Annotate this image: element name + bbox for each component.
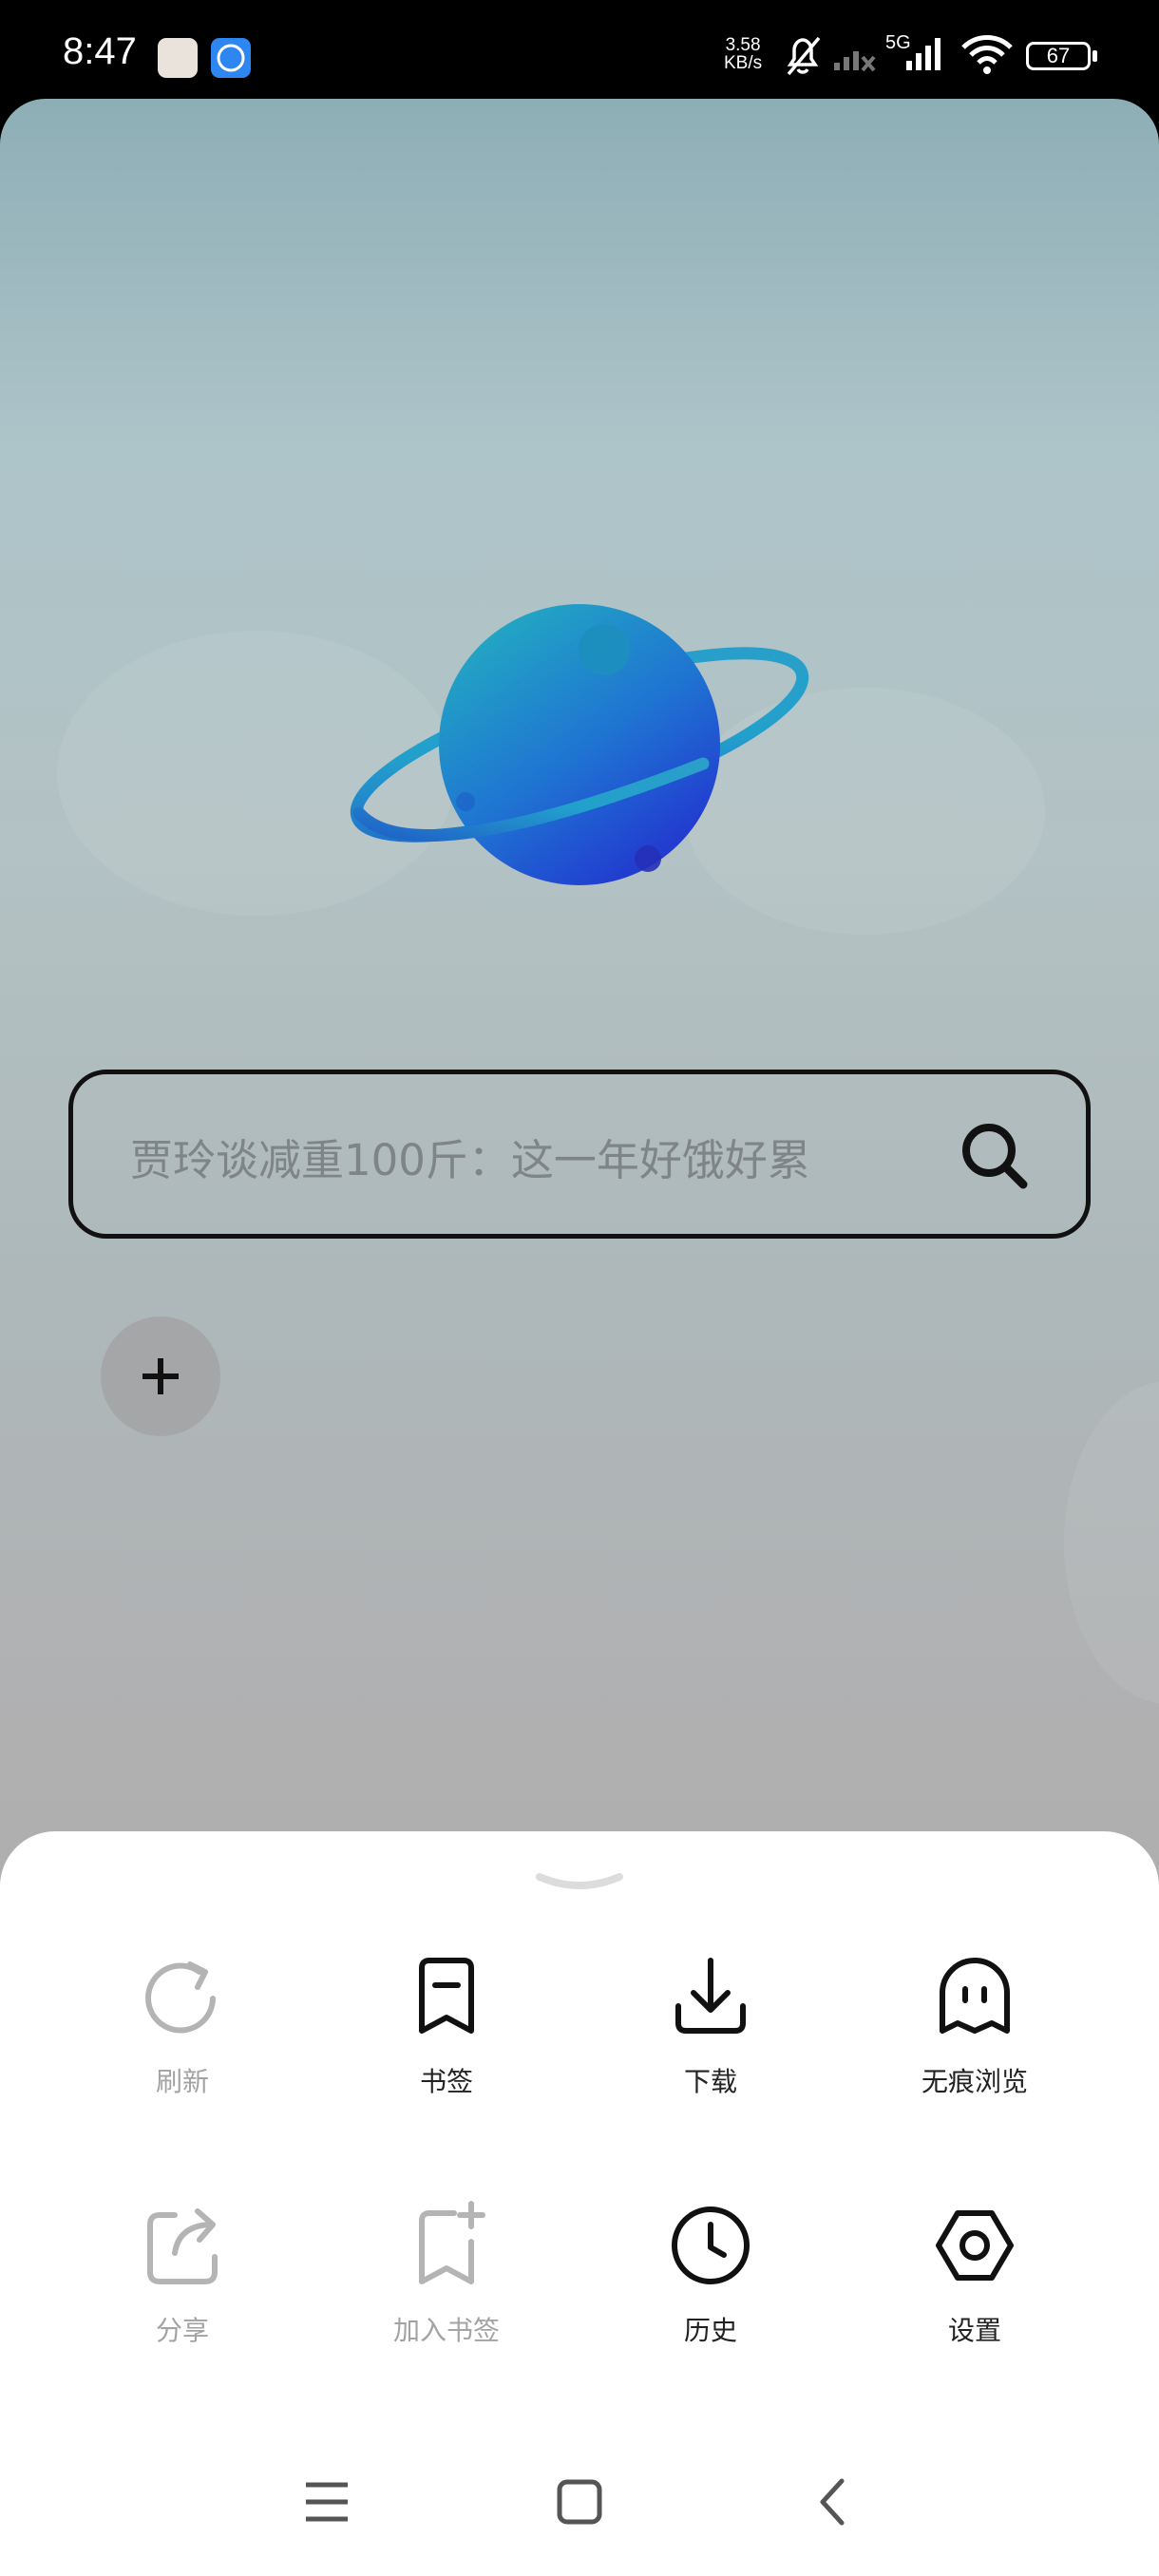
ghost-icon — [940, 1958, 1010, 2034]
network-speed: 3.58 KB/s — [724, 36, 762, 72]
menu-item-label: 无痕浏览 — [921, 2066, 1028, 2097]
menu-item-label: 书签 — [419, 2066, 473, 2097]
mute-icon — [787, 36, 821, 76]
back-icon[interactable] — [809, 2477, 859, 2527]
plus-icon — [142, 1358, 179, 1394]
refresh-icon — [145, 1961, 216, 2034]
clock-icon — [672, 2207, 750, 2284]
menu-item-settings[interactable]: 设置 — [870, 2200, 1079, 2348]
bookmark-icon — [419, 1958, 474, 2034]
menu-item-bookmarks[interactable]: 书签 — [342, 1951, 551, 2099]
battery-cap — [1092, 50, 1097, 62]
status-time: 8:47 — [63, 30, 137, 72]
menu-item-downloads[interactable]: 下载 — [606, 1951, 815, 2099]
menu-item-label: 下载 — [683, 2066, 737, 2097]
system-navigation-bar — [0, 2460, 1159, 2555]
signal-sim2-icon — [906, 38, 940, 70]
menu-item-history[interactable]: 历史 — [606, 2200, 815, 2348]
status-bar: 8:47 3.58 KB/s 5G 67 — [0, 0, 1159, 99]
menu-item-label: 历史 — [683, 2315, 737, 2346]
network-speed-value: 3.58 — [725, 35, 761, 55]
planet-logo — [350, 604, 809, 885]
menu-item-label: 设置 — [947, 2315, 1001, 2346]
add-bookmark-icon — [419, 2201, 485, 2284]
battery-indicator: 67 — [1026, 42, 1091, 70]
menu-item-add-bookmark[interactable]: 加入书签 — [342, 2200, 551, 2348]
download-icon — [675, 1958, 746, 2034]
notification-app-icon — [158, 38, 198, 78]
signal-sim1-icon — [834, 51, 876, 72]
search-box[interactable]: 贾玲谈减重100斤：这一年好饿好累 — [68, 1070, 1091, 1239]
network-speed-unit: KB/s — [724, 53, 763, 73]
menu-item-refresh[interactable]: 刷新 — [78, 1951, 287, 2099]
collapse-handle-icon[interactable] — [532, 1866, 627, 1898]
menu-item-share[interactable]: 分享 — [78, 2200, 287, 2348]
wifi-icon — [961, 35, 1013, 74]
home-icon[interactable] — [555, 2477, 604, 2527]
share-icon — [147, 2208, 218, 2284]
settings-icon — [936, 2210, 1014, 2281]
menu-item-label: 分享 — [155, 2315, 209, 2346]
menu-item-incognito[interactable]: 无痕浏览 — [870, 1951, 1079, 2099]
menu-icon[interactable] — [302, 2477, 352, 2527]
search-placeholder[interactable]: 贾玲谈减重100斤：这一年好饿好累 — [130, 1126, 810, 1187]
search-icon[interactable] — [959, 1120, 1031, 1192]
menu-item-label: 加入书签 — [392, 2315, 500, 2346]
background-cloud — [1064, 1381, 1159, 1704]
browser-app-icon — [211, 38, 251, 78]
add-shortcut-button[interactable] — [101, 1316, 220, 1436]
menu-item-label: 刷新 — [155, 2066, 209, 2097]
